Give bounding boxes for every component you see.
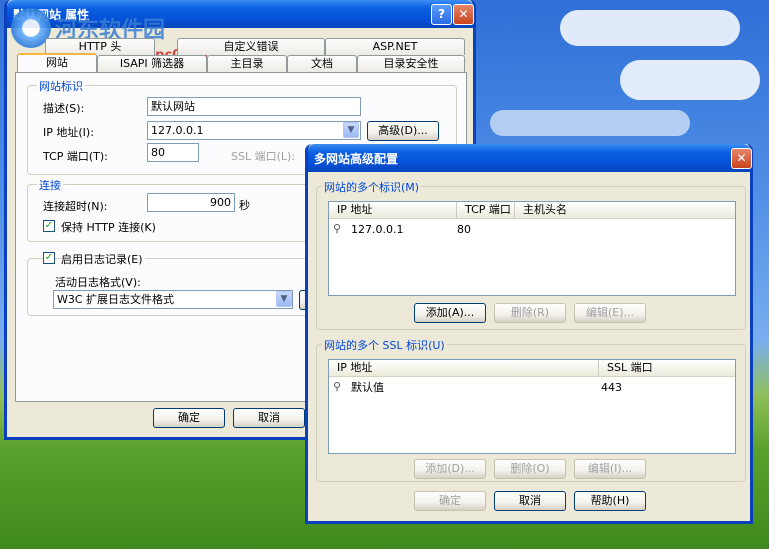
row-port: 443 — [601, 381, 622, 394]
cancel-button[interactable]: 取消 — [494, 491, 566, 511]
close-button[interactable]: ✕ — [453, 4, 474, 25]
desktop-cloud — [490, 110, 690, 136]
column-header-ssl-port[interactable]: SSL 端口 — [599, 360, 735, 377]
edit-identity-button[interactable]: 编辑(E)... — [574, 303, 646, 323]
site-id-group-title: 网站标识 — [37, 78, 85, 94]
add-ssl-button[interactable]: 添加(D)... — [414, 459, 486, 479]
help-button[interactable]: 帮助(H) — [574, 491, 646, 511]
title-bar[interactable]: 多网站高级配置 ✕ — [308, 144, 752, 172]
table-row[interactable]: ⚲ 默认值 443 — [329, 380, 735, 396]
ok-button[interactable]: 确定 — [414, 491, 486, 511]
advanced-button[interactable]: 高级(D)... — [367, 121, 439, 141]
network-icon: ⚲ — [333, 222, 342, 235]
ok-button[interactable]: 确定 — [153, 408, 225, 428]
keepalive-checkbox[interactable]: ✓ — [43, 220, 55, 232]
log-format-select[interactable]: W3C 扩展日志文件格式 — [53, 290, 293, 309]
tab-directory-security[interactable]: 目录安全性 — [357, 55, 465, 72]
row-ip: 默认值 — [351, 381, 384, 394]
chevron-down-icon[interactable]: ▼ — [343, 122, 359, 138]
column-header-ip[interactable]: IP 地址 — [329, 360, 599, 377]
enable-logging-checkbox[interactable]: ✓ — [43, 252, 55, 264]
tcp-port-label: TCP 端口(T): — [43, 150, 108, 163]
edit-ssl-button[interactable]: 编辑(I)... — [574, 459, 646, 479]
advanced-config-dialog: 多网站高级配置 ✕ 网站的多个标识(M) IP 地址 TCP 端口 主机头名 ⚲… — [305, 144, 753, 524]
tcp-port-field[interactable]: 80 — [147, 143, 199, 162]
identities-list[interactable]: IP 地址 TCP 端口 主机头名 ⚲ 127.0.0.1 80 — [328, 201, 736, 296]
row-ip: 127.0.0.1 — [351, 223, 404, 236]
tab-isapi-filters[interactable]: ISAPI 筛选器 — [97, 55, 207, 72]
ip-address-select[interactable]: 127.0.0.1 — [147, 121, 361, 140]
tab-aspnet[interactable]: ASP.NET — [325, 38, 465, 55]
timeout-field[interactable]: 900 — [147, 193, 235, 212]
close-button[interactable]: ✕ — [731, 148, 752, 169]
cancel-button[interactable]: 取消 — [233, 408, 305, 428]
tab-home-directory[interactable]: 主目录 — [207, 55, 287, 72]
add-identity-button[interactable]: 添加(A)... — [414, 303, 486, 323]
description-field[interactable]: 默认网站 — [147, 97, 361, 116]
window-title: 多网站高级配置 — [314, 151, 399, 166]
connections-group-title: 连接 — [37, 177, 63, 193]
description-label: 描述(S): — [43, 102, 85, 115]
ssl-port-label: SSL 端口(L): — [231, 150, 296, 163]
help-button[interactable]: ? — [431, 4, 452, 25]
column-header-ip[interactable]: IP 地址 — [329, 202, 457, 219]
desktop-cloud — [620, 60, 760, 100]
table-row[interactable]: ⚲ 127.0.0.1 80 — [329, 222, 735, 238]
ip-address-label: IP 地址(I): — [43, 126, 94, 139]
tab-website[interactable]: 网站 — [17, 53, 97, 73]
identities-group-title: 网站的多个标识(M) — [322, 179, 422, 195]
timeout-label: 连接超时(N): — [43, 200, 108, 213]
keepalive-label: 保持 HTTP 连接(K) — [61, 221, 156, 234]
chevron-down-icon[interactable]: ▼ — [276, 291, 292, 307]
column-header-host[interactable]: 主机头名 — [515, 202, 735, 219]
ssl-identities-group-title: 网站的多个 SSL 标识(U) — [322, 337, 447, 353]
remove-identity-button[interactable]: 删除(R) — [494, 303, 566, 323]
desktop-cloud — [560, 10, 740, 46]
ssl-identities-list[interactable]: IP 地址 SSL 端口 ⚲ 默认值 443 — [328, 359, 736, 454]
network-icon: ⚲ — [333, 380, 342, 393]
row-port: 80 — [457, 223, 471, 236]
log-format-label: 活动日志格式(V): — [55, 276, 141, 289]
tab-documents[interactable]: 文档 — [287, 55, 357, 72]
tab-custom-errors[interactable]: 自定义错误 — [177, 38, 325, 55]
enable-logging-label: 启用日志记录(E) — [61, 251, 145, 267]
remove-ssl-button[interactable]: 删除(O) — [494, 459, 566, 479]
timeout-unit: 秒 — [239, 199, 250, 212]
column-header-tcp-port[interactable]: TCP 端口 — [457, 202, 515, 219]
